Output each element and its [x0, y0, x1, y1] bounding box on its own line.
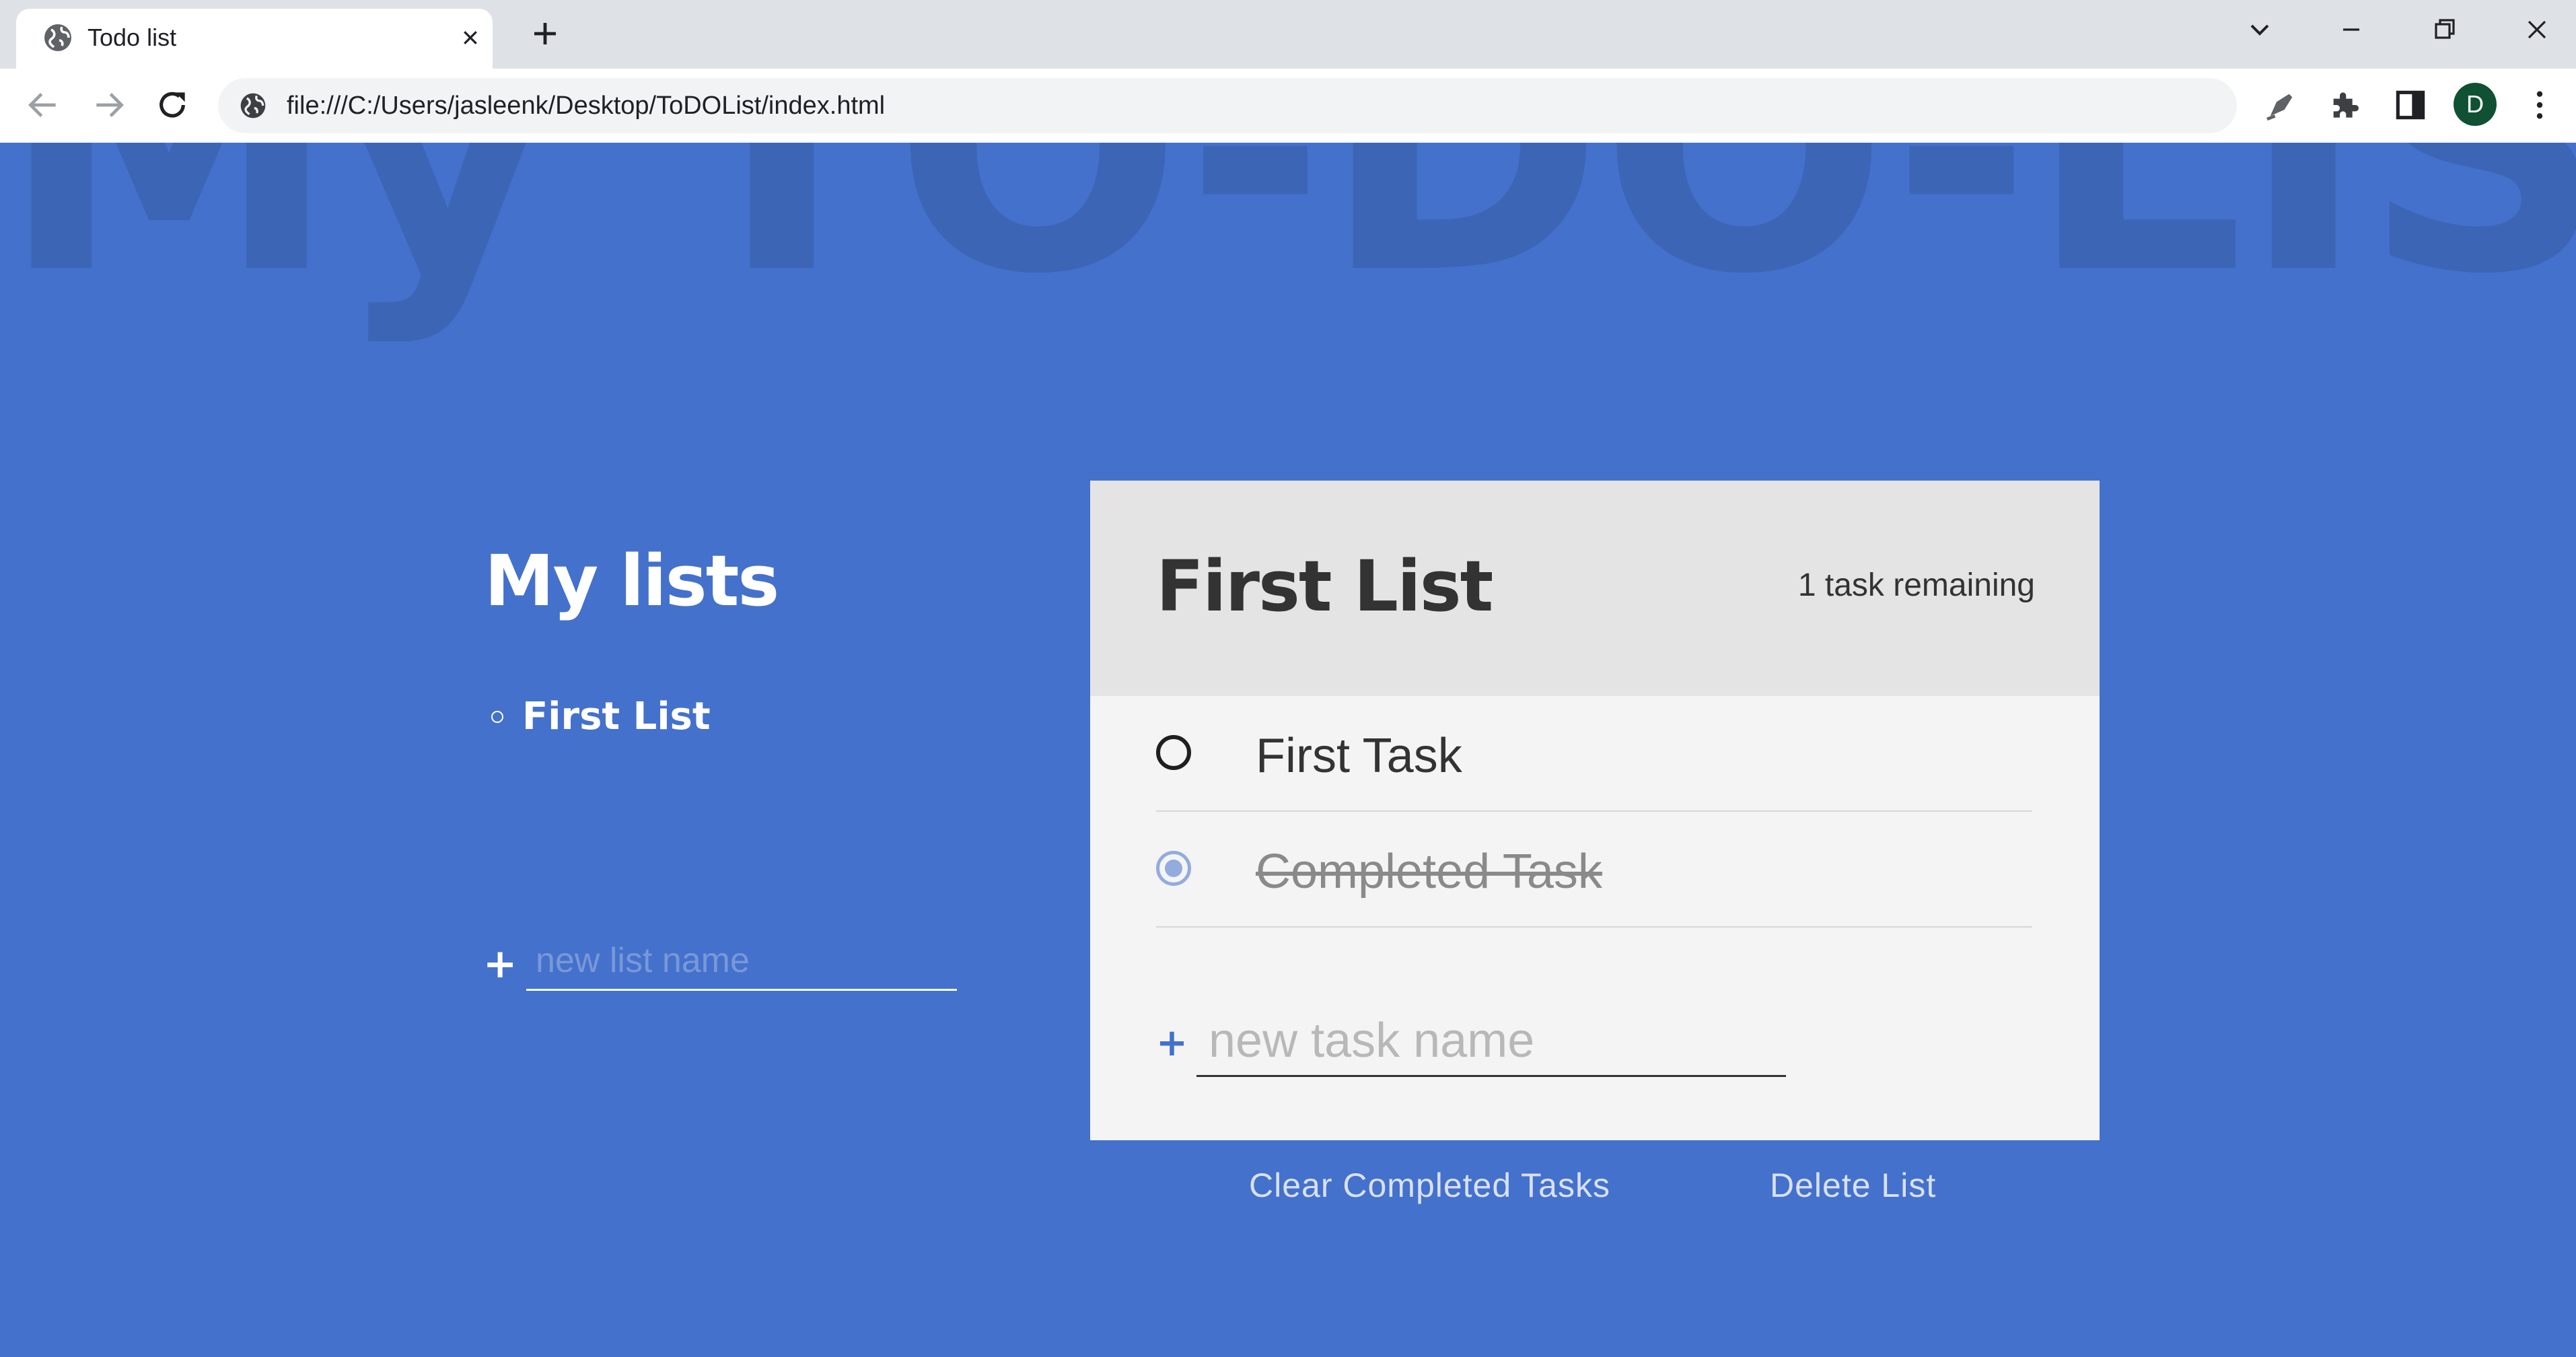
reload-icon[interactable]	[153, 86, 191, 124]
url-text: file:///C:/Users/jasleenk/Desktop/ToDOLi…	[287, 92, 886, 120]
more-menu-icon[interactable]	[2521, 86, 2559, 124]
lists-heading: My lists	[485, 540, 779, 622]
list-item-first-list[interactable]: First List	[491, 695, 711, 738]
delete-list-button[interactable]: Delete List	[1770, 1166, 1936, 1205]
new-list-input[interactable]	[526, 932, 957, 991]
task-item[interactable]: Completed Task	[1156, 812, 2032, 928]
task-count: 1 task remaining	[1797, 567, 2035, 603]
list-title: First List	[1156, 545, 1493, 627]
task-item[interactable]: First Task	[1156, 696, 2032, 812]
browser-toolbar: file:///C:/Users/jasleenk/Desktop/ToDOLi…	[0, 69, 2576, 144]
back-icon[interactable]	[24, 86, 62, 124]
close-window-icon[interactable]	[2521, 13, 2553, 46]
pen-extension-icon[interactable]	[2262, 86, 2300, 124]
todo-card-header: First List 1 task remaining	[1090, 481, 2100, 696]
profile-avatar[interactable]: D	[2454, 83, 2497, 126]
new-task-form: +	[1156, 1006, 1802, 1080]
side-panel-icon[interactable]	[2392, 86, 2429, 124]
todo-card: First List 1 task remaining First Task C…	[1090, 481, 2100, 1140]
restore-icon[interactable]	[2428, 13, 2460, 46]
new-list-form: +	[483, 932, 957, 992]
address-bar[interactable]: file:///C:/Users/jasleenk/Desktop/ToDOLi…	[218, 78, 2237, 133]
page-content: My TO-DO-LIST My lists First List + Firs…	[0, 143, 2576, 1357]
plus-icon[interactable]: +	[1156, 1024, 1188, 1062]
forward-icon[interactable]	[90, 86, 128, 124]
list-bullet-icon	[491, 710, 503, 723]
close-tab-icon[interactable]	[455, 22, 486, 53]
extensions-puzzle-icon[interactable]	[2326, 86, 2363, 124]
new-tab-icon[interactable]	[529, 18, 561, 50]
clear-completed-button[interactable]: Clear Completed Tasks	[1249, 1166, 1610, 1205]
globe-icon	[44, 24, 71, 51]
list-item-label: First List	[522, 695, 711, 738]
task-label: Completed Task	[1256, 845, 1602, 899]
background-title: My TO-DO-LIST	[0, 143, 2576, 349]
tab-title: Todo list	[87, 24, 177, 51]
new-task-input[interactable]	[1196, 1006, 1786, 1077]
globe-icon	[240, 93, 266, 118]
tab-search-icon[interactable]	[2244, 13, 2276, 46]
browser-tab[interactable]: Todo list	[16, 9, 493, 69]
task-checkbox[interactable]	[1156, 735, 1191, 770]
task-checkbox-checked[interactable]	[1156, 851, 1191, 886]
browser-tab-strip: Todo list	[0, 0, 2576, 69]
profile-initial: D	[2466, 90, 2484, 118]
minimize-icon[interactable]	[2335, 13, 2367, 46]
task-label: First Task	[1256, 729, 1462, 783]
plus-icon[interactable]: +	[483, 944, 517, 984]
